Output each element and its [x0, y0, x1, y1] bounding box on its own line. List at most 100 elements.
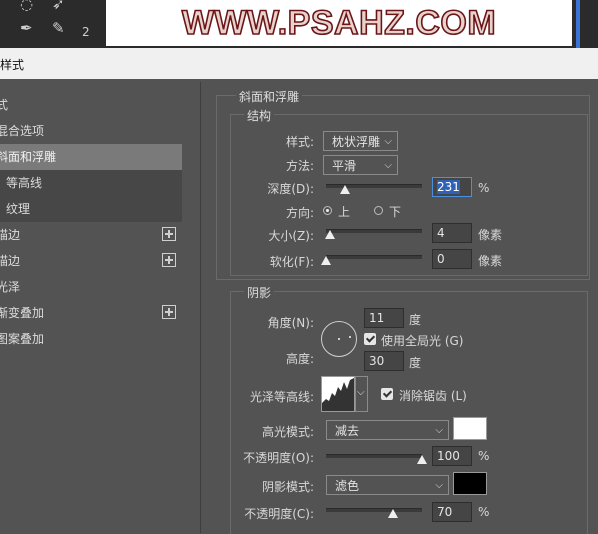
style-list-item[interactable]: 描边 [0, 222, 182, 248]
highlight-opacity-track[interactable] [326, 454, 422, 458]
style-list-item-label: 描边 [0, 254, 21, 268]
shadow-opacity-input[interactable]: 70 [432, 502, 472, 522]
style-label: 样式: [285, 135, 314, 149]
style-list-item[interactable]: 混合选项 [0, 118, 182, 144]
shadow-mode-dropdown[interactable]: 滤色 ⌵ [326, 475, 449, 495]
style-list-item[interactable]: 纹理 [0, 196, 182, 222]
chevron-down-icon: ⌵ [384, 136, 392, 147]
soften-label: 软化(F): [269, 255, 314, 269]
structure-title: 结构 [244, 107, 275, 124]
global-light-label: 使用全局光 (G) [381, 334, 464, 348]
shadow-mode-label: 阴影模式: [261, 480, 314, 494]
style-list: 式混合选项 斜面和浮雕 等高线 纹理 描边 描边 光泽 渐变叠加 图案叠加 [0, 92, 184, 533]
gloss-contour-label: 光泽等高线: [249, 390, 314, 404]
size-slider-thumb[interactable] [324, 230, 335, 239]
gloss-contour-picker[interactable]: ⌵ [355, 376, 368, 412]
technique-value: 平滑 [332, 159, 357, 173]
angle-label: 角度(N): [267, 316, 314, 330]
shadow-opacity-track[interactable] [326, 508, 422, 512]
divider [200, 82, 201, 533]
direction-label: 方向: [285, 206, 314, 220]
altitude-label: 高度: [285, 352, 314, 366]
chevron-down-icon: ⌵ [384, 160, 392, 171]
depth-unit: % [478, 181, 490, 195]
direction-down-label: 下 [389, 205, 402, 219]
angle-dial[interactable] [321, 321, 357, 357]
style-list-item-label: 渐变叠加 [0, 306, 45, 320]
size-unit: 像素 [478, 228, 503, 242]
direction-up-radio[interactable] [323, 206, 332, 215]
dial-center-dot [338, 338, 340, 340]
anti-alias-checkbox[interactable] [381, 388, 393, 400]
anti-alias-label: 消除锯齿 (L) [399, 389, 467, 403]
size-input[interactable]: 4 [432, 223, 472, 243]
soften-unit: 像素 [478, 254, 503, 268]
style-list-item-label: 光泽 [0, 280, 21, 294]
global-light-checkbox[interactable] [364, 333, 376, 345]
style-list-item-label: 斜面和浮雕 [0, 150, 57, 164]
shadow-opacity-label: 不透明度(C): [244, 507, 314, 521]
style-list-item[interactable]: 等高线 [0, 170, 182, 196]
highlight-mode-value: 减去 [335, 424, 360, 438]
depth-input[interactable]: 231 [432, 177, 472, 197]
soften-slider-track[interactable] [326, 255, 422, 259]
contour-curve-icon [322, 378, 354, 411]
soften-slider-thumb[interactable] [321, 256, 331, 265]
technique-dropdown[interactable]: 平滑 ⌵ [323, 155, 398, 175]
shadow-opacity-unit: % [478, 505, 490, 519]
altitude-input[interactable]: 30 [364, 351, 404, 371]
shadow-mode-value: 滤色 [335, 479, 360, 493]
dial-angle-dot [349, 336, 351, 338]
style-list-item[interactable]: 描边 [0, 248, 182, 274]
add-effect-plus-icon[interactable] [162, 305, 176, 319]
highlight-opacity-input[interactable]: 100 [432, 446, 472, 466]
style-value: 枕状浮雕 [332, 135, 381, 149]
style-list-item-label: 混合选项 [0, 124, 45, 138]
style-list-item[interactable]: 斜面和浮雕 [0, 144, 182, 170]
style-list-item-label: 等高线 [6, 176, 43, 190]
style-list-item-label: 描边 [0, 228, 21, 242]
shadow-color-swatch[interactable] [453, 472, 487, 495]
style-list-item[interactable]: 式 [0, 92, 182, 118]
shading-title: 阴影 [244, 284, 275, 301]
highlight-color-swatch[interactable] [453, 417, 487, 440]
chevron-down-icon: ⌵ [357, 387, 365, 398]
style-list-item[interactable]: 渐变叠加 [0, 300, 182, 326]
lasso-icon[interactable]: ◌ [20, 0, 33, 14]
add-effect-plus-icon[interactable] [162, 253, 176, 267]
size-slider-track[interactable] [326, 229, 422, 233]
shadow-opacity-thumb[interactable] [388, 509, 399, 518]
angle-input[interactable]: 11 [364, 308, 404, 328]
gloss-contour-preview[interactable] [321, 376, 355, 412]
dialog-title-bar: 样式 [0, 48, 598, 79]
add-effect-plus-icon[interactable] [162, 227, 176, 241]
style-list-item[interactable]: 光泽 [0, 274, 182, 300]
depth-slider-thumb[interactable] [340, 185, 351, 194]
technique-label: 方法: [285, 159, 314, 173]
chevron-down-icon: ⌵ [435, 480, 443, 491]
direction-up-label: 上 [338, 205, 351, 219]
highlight-mode-dropdown[interactable]: 减去 ⌵ [326, 420, 449, 440]
highlight-opacity-label: 不透明度(O): [243, 451, 314, 465]
highlight-mode-label: 高光模式: [261, 425, 314, 439]
brush-icon[interactable]: ✎ [52, 18, 65, 38]
canvas-banner: WWW.PSAHZ.COM [106, 0, 572, 46]
altitude-unit: 度 [409, 356, 422, 370]
highlight-opacity-thumb[interactable] [417, 455, 427, 464]
highlight-opacity-unit: % [478, 449, 490, 463]
chevron-down-icon: ⌵ [435, 425, 443, 436]
size-label: 大小(Z): [268, 229, 314, 243]
style-list-item[interactable]: 图案叠加 [0, 326, 182, 352]
banner-text: WWW.PSAHZ.COM [181, 3, 497, 43]
soften-input[interactable]: 0 [432, 249, 472, 269]
direction-down-radio[interactable] [374, 206, 383, 215]
toolbar-number: 2 [82, 25, 90, 39]
right-panel-edge [572, 0, 598, 48]
style-list-item-label: 纹理 [6, 202, 31, 216]
bevel-group-title: 斜面和浮雕 [236, 88, 303, 105]
style-list-item-label: 式 [0, 98, 9, 112]
style-list-item-label: 图案叠加 [0, 332, 45, 346]
eyedropper-icon[interactable]: ✒ [20, 18, 33, 38]
select-tool-icon[interactable]: ➶ [52, 0, 65, 14]
style-dropdown[interactable]: 枕状浮雕 ⌵ [323, 131, 398, 151]
